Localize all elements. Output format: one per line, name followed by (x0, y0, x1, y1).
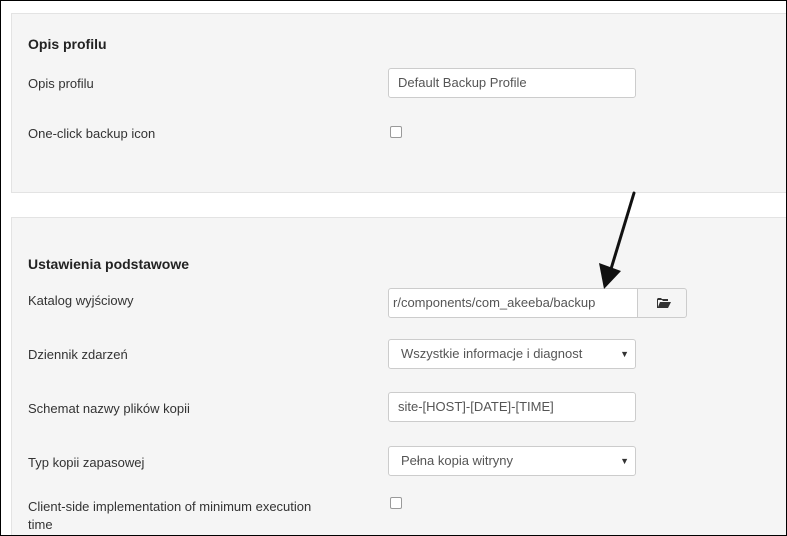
backup-type-value: Pełna kopia witryny (401, 453, 513, 468)
profile-description-input[interactable]: Default Backup Profile (388, 68, 636, 98)
caret-down-icon: ▼ (620, 456, 629, 466)
backup-type-select[interactable]: Pełna kopia witryny ▼ (388, 446, 636, 476)
arrow-annotation-icon (599, 191, 636, 289)
client-side-checkbox[interactable] (390, 497, 402, 509)
profile-description-label: Opis profilu (28, 76, 94, 91)
log-level-value: Wszystkie informacje i diagnost (401, 346, 583, 361)
basic-settings-panel: Ustawienia podstawowe Katalog wyjściowy … (11, 217, 786, 535)
caret-down-icon: ▼ (620, 349, 629, 359)
screenshot-frame: Opis profilu Opis profilu Default Backup… (0, 0, 787, 536)
archive-name-label: Schemat nazwy plików kopii (28, 401, 190, 416)
profile-description-panel: Opis profilu Opis profilu Default Backup… (11, 13, 786, 193)
one-click-backup-checkbox[interactable] (390, 126, 402, 138)
client-side-label-line1: Client-side implementation of minimum ex… (28, 499, 312, 514)
browse-folder-button[interactable] (637, 288, 687, 318)
section-title-profile: Opis profilu (28, 36, 107, 52)
folder-open-icon (657, 298, 671, 308)
section-title-basic: Ustawienia podstawowe (28, 256, 190, 272)
output-directory-label: Katalog wyjściowy (28, 293, 134, 308)
client-side-label: Client-side implementation of minimum ex… (28, 498, 311, 534)
log-level-label: Dziennik zdarzeń (28, 347, 128, 362)
log-level-select[interactable]: Wszystkie informacje i diagnost ▼ (388, 339, 636, 369)
client-side-label-line2: time (28, 517, 53, 532)
archive-name-input[interactable]: site-[HOST]-[DATE]-[TIME] (388, 392, 636, 422)
one-click-backup-label: One-click backup icon (28, 126, 156, 141)
backup-type-label: Typ kopii zapasowej (28, 455, 145, 470)
